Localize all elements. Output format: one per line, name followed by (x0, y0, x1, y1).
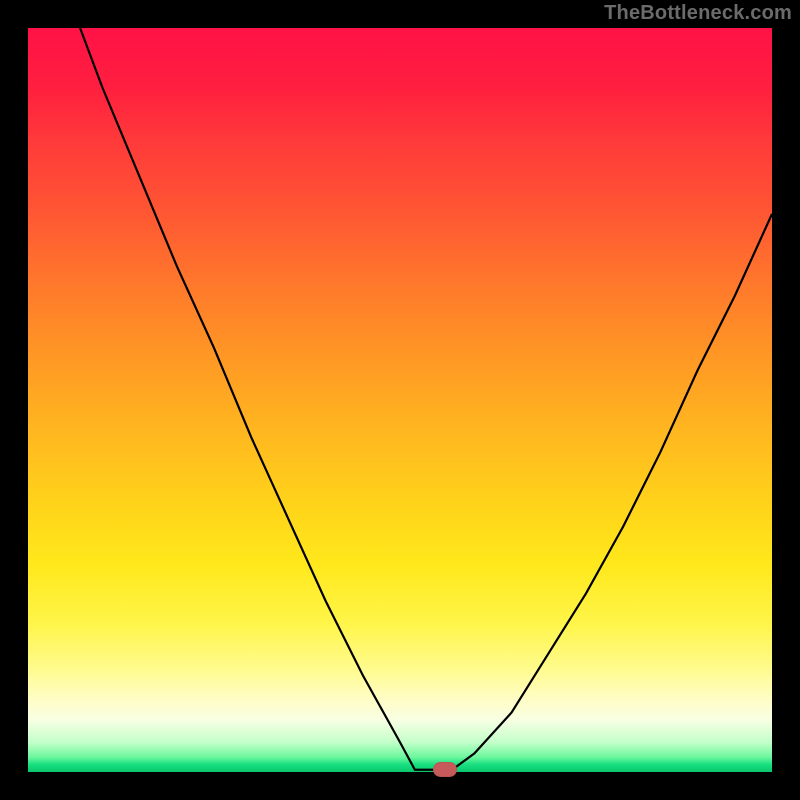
watermark-text: TheBottleneck.com (604, 2, 792, 25)
curve-svg (28, 28, 772, 772)
bottleneck-curve (80, 28, 772, 770)
chart-frame: TheBottleneck.com (0, 0, 800, 800)
optimal-marker (433, 762, 457, 777)
plot-area (28, 28, 772, 772)
